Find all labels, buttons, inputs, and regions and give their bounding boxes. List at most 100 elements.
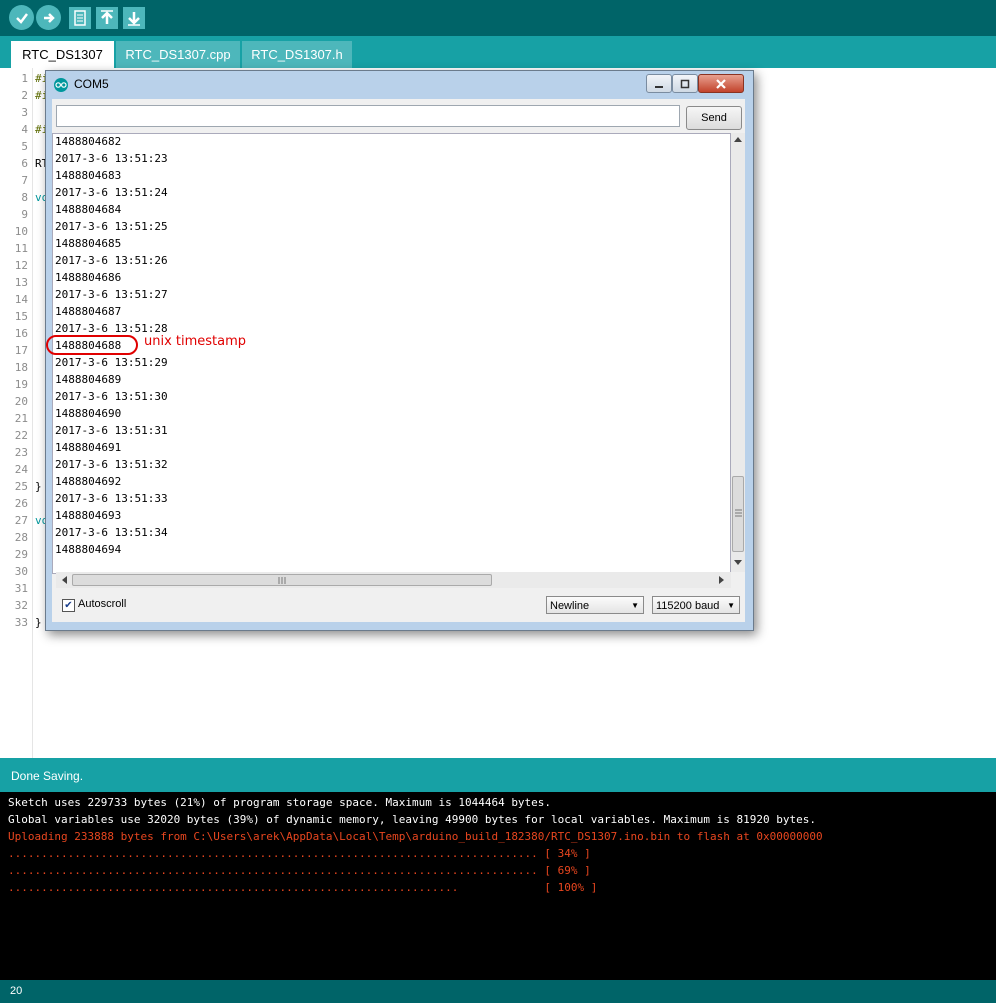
line-number: 14 [14, 293, 28, 306]
code-line-25: } [35, 480, 42, 493]
editor-gutter: 1 2 3 4 5 6 7 8 9 10 11 12 13 14 15 16 17 18 19 20 21 22 23 24 2… [0, 68, 32, 758]
code-line-33: } [35, 616, 42, 629]
line-number: 5 [21, 140, 28, 153]
line-number: 8 [21, 191, 28, 204]
footer-bar: 20 [0, 980, 996, 1003]
line-number: 18 [14, 361, 28, 374]
line-number: 26 [14, 497, 28, 510]
close-button[interactable] [698, 74, 744, 93]
scroll-up-arrow-icon[interactable] [734, 136, 742, 142]
serial-output-line: 1488804692 [55, 475, 122, 488]
line-ending-select[interactable]: Newline ▼ [546, 596, 644, 614]
line-number: 7 [21, 174, 28, 187]
serial-output-line: 2017-3-6 13:51:32 [55, 458, 168, 471]
line-number: 16 [14, 327, 28, 340]
arrow-down-icon [128, 12, 140, 26]
serial-output-line: 2017-3-6 13:51:34 [55, 526, 168, 539]
maximize-icon [680, 79, 690, 88]
console-line: ........................................… [8, 881, 598, 894]
line-number: 3 [21, 106, 28, 119]
line-number: 11 [14, 242, 28, 255]
line-number: 30 [14, 565, 28, 578]
console-line: ........................................… [8, 864, 591, 877]
serial-monitor-client: Send 1488804682 2017-3-6 13:51:23 14888046… [52, 99, 745, 622]
save-button[interactable] [123, 7, 145, 29]
serial-output-line: 2017-3-6 13:51:26 [55, 254, 168, 267]
annotation-ellipse [46, 335, 138, 355]
serial-output-line: 2017-3-6 13:51:24 [55, 186, 168, 199]
open-button[interactable] [96, 7, 118, 29]
line-number: 9 [21, 208, 28, 221]
line-number: 17 [14, 344, 28, 357]
scroll-right-arrow-icon[interactable] [719, 576, 725, 584]
serial-output: 1488804682 2017-3-6 13:51:23 1488804683 201… [52, 133, 731, 574]
grip-icon [735, 509, 742, 517]
serial-output-line: 1488804694 [55, 543, 122, 556]
line-number: 21 [14, 412, 28, 425]
serial-output-line: 1488804691 [55, 441, 122, 454]
verify-button[interactable] [9, 5, 34, 30]
console-output: Sketch uses 229733 bytes (21%) of progra… [0, 792, 996, 980]
serial-output-line: 1488804693 [55, 509, 122, 522]
serial-output-line: 2017-3-6 13:51:29 [55, 356, 168, 369]
console-line: Global variables use 32020 bytes (39%) o… [8, 813, 816, 826]
line-ending-value: Newline [550, 600, 590, 612]
line-number: 2 [21, 89, 28, 102]
new-file-icon [74, 10, 86, 26]
minimize-icon [655, 85, 663, 88]
chevron-down-icon: ▼ [631, 601, 639, 610]
console-line: Uploading 233888 bytes from C:\Users\are… [8, 830, 823, 843]
serial-output-line: 2017-3-6 13:51:27 [55, 288, 168, 301]
annotation-label: unix timestamp [144, 334, 247, 349]
line-number: 33 [14, 616, 28, 629]
scroll-down-arrow-icon[interactable] [734, 560, 742, 566]
line-number: 31 [14, 582, 28, 595]
check-icon [15, 12, 28, 24]
scroll-left-arrow-icon[interactable] [61, 576, 67, 584]
grip-icon [278, 577, 286, 584]
line-number: 24 [14, 463, 28, 476]
line-number: 10 [14, 225, 28, 238]
console-line: ........................................… [8, 847, 591, 860]
line-number: 32 [14, 599, 28, 612]
baud-rate-select[interactable]: 115200 baud ▼ [652, 596, 740, 614]
line-number: 1 [21, 72, 28, 85]
upload-button[interactable] [36, 5, 61, 30]
maximize-button[interactable] [672, 74, 698, 93]
serial-output-line: 1488804687 [55, 305, 122, 318]
line-number: 22 [14, 429, 28, 442]
line-number: 25 [14, 480, 28, 493]
serial-output-line: 2017-3-6 13:51:25 [55, 220, 168, 233]
new-button[interactable] [69, 7, 91, 29]
tab-rtc-ds1307[interactable]: RTC_DS1307 [11, 41, 114, 68]
tab-rtc-ds1307-cpp[interactable]: RTC_DS1307.cpp [116, 41, 240, 68]
serial-output-line: 2017-3-6 13:51:31 [55, 424, 168, 437]
send-button[interactable]: Send [686, 106, 742, 130]
horizontal-scroll-thumb[interactable] [72, 574, 492, 586]
line-number: 27 [14, 514, 28, 527]
serial-send-input[interactable] [56, 105, 680, 127]
line-number: 19 [14, 378, 28, 391]
toolbar [0, 0, 996, 36]
minimize-button[interactable] [646, 74, 672, 93]
serial-output-line: 2017-3-6 13:51:30 [55, 390, 168, 403]
autoscroll-checkbox[interactable]: ✔ [62, 599, 75, 612]
line-number: 12 [14, 259, 28, 272]
line-number-indicator: 20 [10, 985, 23, 997]
line-number: 28 [14, 531, 28, 544]
vertical-scrollbar[interactable] [731, 133, 745, 572]
line-number: 23 [14, 446, 28, 459]
chevron-down-icon: ▼ [727, 601, 735, 610]
arrow-right-icon [43, 12, 55, 23]
serial-output-line: 2017-3-6 13:51:33 [55, 492, 168, 505]
serial-output-line: 1488804689 [55, 373, 122, 386]
line-number: 15 [14, 310, 28, 323]
serial-output-line: 1488804690 [55, 407, 122, 420]
baud-rate-value: 115200 baud [656, 600, 720, 612]
vertical-scroll-thumb[interactable] [732, 476, 744, 552]
autoscroll-label: Autoscroll [78, 598, 127, 610]
status-message: Done Saving. [11, 769, 84, 783]
window-title: COM5 [74, 77, 109, 91]
tab-rtc-ds1307-h[interactable]: RTC_DS1307.h [242, 41, 352, 68]
horizontal-scrollbar[interactable] [56, 572, 731, 588]
